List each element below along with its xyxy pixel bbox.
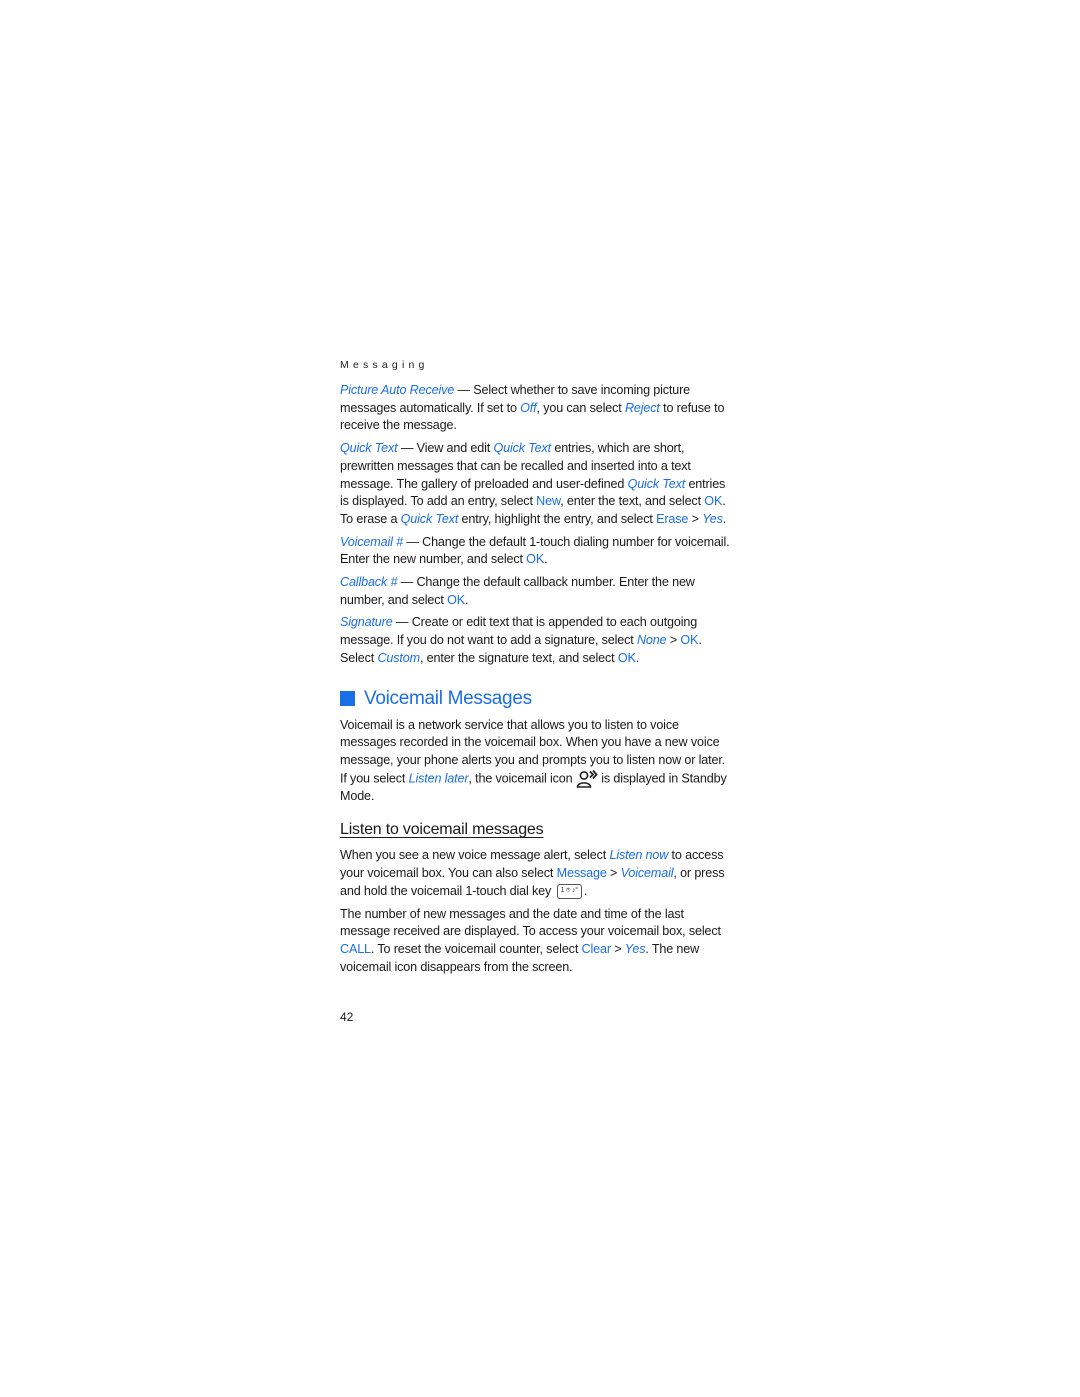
setting-signature: Signature — Create or edit text that is … bbox=[340, 615, 702, 665]
key-message: Message bbox=[556, 866, 607, 881]
term-custom: Custom bbox=[377, 650, 420, 665]
setting-picture-auto-receive: Picture Auto Receive — Select whether to… bbox=[340, 383, 725, 433]
key-clear: Clear bbox=[581, 941, 612, 956]
listen-paragraph-2: The number of new messages and the date … bbox=[340, 906, 721, 974]
subsection-title: Listen to voicemail messages bbox=[340, 821, 544, 839]
key-ok: OK bbox=[704, 494, 723, 509]
term-none: None bbox=[636, 633, 667, 648]
section-title: Voicemail Messages bbox=[364, 687, 532, 709]
term-voicemail: Voicemail bbox=[620, 866, 674, 881]
key-ok: OK bbox=[526, 552, 545, 567]
key-new: New bbox=[536, 494, 561, 509]
term-off: Off bbox=[520, 400, 537, 415]
manual-page: Messaging Picture Auto Receive — Select … bbox=[340, 358, 730, 1024]
square-bullet-icon bbox=[340, 691, 355, 707]
term-signature: Signature bbox=[340, 615, 393, 630]
voicemail-intro: Voicemail is a network service that allo… bbox=[340, 717, 727, 803]
key-call: CALL bbox=[340, 941, 371, 956]
setting-voicemail-number: Voicemail # — Change the default 1-touch… bbox=[340, 534, 730, 567]
key-erase: Erase bbox=[656, 511, 689, 526]
term-picture-auto-receive: Picture Auto Receive bbox=[340, 383, 455, 397]
running-header: Messaging bbox=[340, 359, 429, 371]
setting-callback-number: Callback # — Change the default callback… bbox=[340, 575, 695, 607]
page-number: 42 bbox=[340, 1010, 354, 1025]
key-ok: OK bbox=[447, 592, 465, 607]
term-listen-later: Listen later bbox=[408, 770, 469, 785]
term-yes: Yes bbox=[702, 511, 723, 526]
listen-paragraph-1: When you see a new voice message alert, … bbox=[340, 848, 725, 899]
term-listen-now: Listen now bbox=[609, 848, 669, 863]
key-ok: OK bbox=[680, 633, 699, 648]
key-ok: OK bbox=[617, 650, 636, 665]
term-reject: Reject bbox=[624, 400, 660, 415]
section-heading-voicemail-messages: Voicemail Messages bbox=[340, 686, 730, 712]
setting-quick-text: Quick Text — View and edit Quick Text en… bbox=[340, 441, 727, 526]
term-voicemail-number: Voicemail # bbox=[340, 534, 403, 549]
term-yes: Yes bbox=[624, 941, 646, 956]
voicemail-icon bbox=[576, 769, 598, 788]
dial-key-1-icon: 1 ⌾ ♪° bbox=[556, 883, 582, 899]
term-quick-text: Quick Text bbox=[340, 441, 398, 456]
term-callback-number: Callback # bbox=[340, 575, 398, 590]
